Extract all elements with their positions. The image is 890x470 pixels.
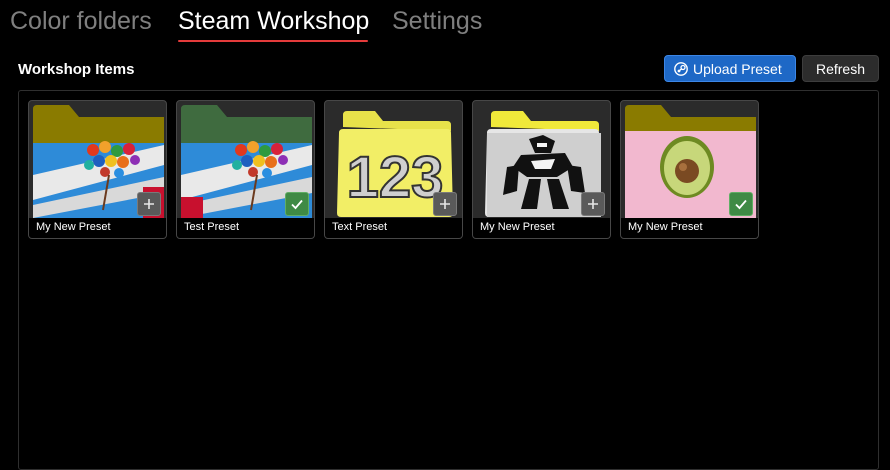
workshop-item-title: Text Preset (325, 218, 462, 238)
svg-text:123: 123 (347, 145, 444, 210)
tab-bar: Color folders Steam Workshop Settings (0, 0, 890, 46)
workshop-item-title: Test Preset (177, 218, 314, 238)
upload-preset-button[interactable]: Upload Preset (664, 55, 796, 82)
workshop-item-card[interactable]: 123 Text Preset (324, 100, 463, 239)
workshop-item-title: My New Preset (621, 218, 758, 238)
add-preset-button[interactable] (137, 192, 161, 216)
add-preset-button[interactable] (581, 192, 605, 216)
plus-icon (440, 199, 450, 209)
steam-icon (674, 62, 688, 76)
plus-icon (144, 199, 154, 209)
plus-icon (588, 199, 598, 209)
subscribed-badge[interactable] (729, 192, 753, 216)
active-tab-indicator (178, 40, 368, 42)
subscribed-badge[interactable] (285, 192, 309, 216)
section-title: Workshop Items (18, 61, 135, 78)
workshop-item-title: My New Preset (29, 218, 166, 238)
workshop-item-title: My New Preset (473, 218, 610, 238)
refresh-button[interactable]: Refresh (802, 55, 879, 82)
add-preset-button[interactable] (433, 192, 457, 216)
tab-color-folders[interactable]: Color folders (10, 6, 152, 36)
tab-settings[interactable]: Settings (392, 6, 482, 36)
tab-steam-workshop[interactable]: Steam Workshop (178, 6, 369, 36)
workshop-item-card[interactable]: My New Preset (620, 100, 759, 239)
checkmark-icon (291, 199, 303, 210)
workshop-item-card[interactable]: My New Preset (28, 100, 167, 239)
workshop-item-card[interactable]: Test Preset (176, 100, 315, 239)
checkmark-icon (735, 199, 747, 210)
upload-preset-label: Upload Preset (693, 61, 782, 77)
workshop-item-card[interactable]: My New Preset (472, 100, 611, 239)
